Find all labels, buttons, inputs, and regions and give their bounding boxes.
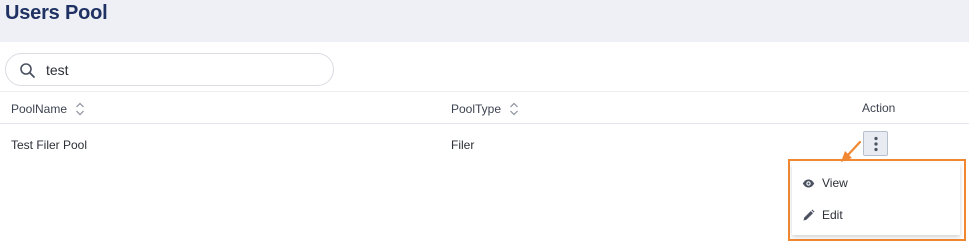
- cell-pool-type: Filer: [451, 138, 475, 152]
- more-vertical-icon: [873, 136, 878, 151]
- table-header: PoolName PoolType Action: [0, 91, 969, 124]
- cell-pool-name: Test Filer Pool: [11, 138, 88, 152]
- column-header-label: PoolName: [11, 102, 68, 116]
- eye-icon: [802, 179, 815, 187]
- search-icon: [20, 63, 35, 78]
- column-header-poolname[interactable]: PoolName: [11, 101, 85, 117]
- sort-icon[interactable]: [75, 101, 85, 117]
- arrow-annotation: [841, 140, 862, 162]
- menu-item-view[interactable]: View: [792, 168, 960, 198]
- page-title: Users Pool: [5, 2, 108, 24]
- column-header-action: Action: [862, 101, 895, 115]
- column-header-label: PoolType: [451, 102, 502, 116]
- search-box[interactable]: [5, 53, 334, 86]
- menu-item-label: Edit: [822, 208, 843, 222]
- column-header-label: Action: [862, 101, 896, 115]
- page-header: Users Pool: [0, 0, 969, 42]
- column-header-pooltype[interactable]: PoolType: [451, 101, 519, 117]
- search-input[interactable]: [46, 54, 316, 85]
- action-menu: View Edit: [792, 163, 960, 235]
- table-row: Test Filer Pool Filer: [0, 125, 969, 161]
- pencil-icon: [803, 209, 815, 220]
- menu-item-edit[interactable]: Edit: [792, 200, 960, 230]
- menu-item-label: View: [822, 176, 848, 190]
- sort-icon[interactable]: [509, 101, 519, 117]
